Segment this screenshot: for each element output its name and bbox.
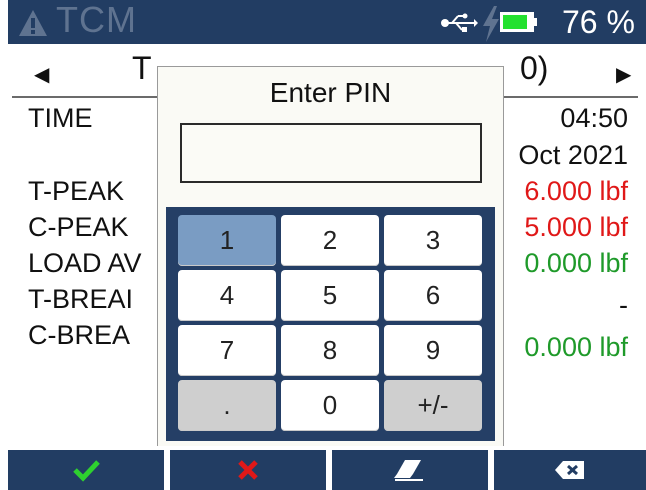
- warning-icon: [19, 10, 47, 36]
- key-7[interactable]: 7: [178, 325, 276, 376]
- numeric-keypad: 1 2 3 4 5 6 7 8 9 . 0 +/-: [166, 207, 495, 441]
- battery-percent: 76 %: [562, 4, 635, 40]
- clear-button[interactable]: [332, 450, 488, 490]
- eraser-icon: [394, 460, 423, 481]
- key-9[interactable]: 9: [384, 325, 482, 376]
- previous-page-arrow[interactable]: ◀: [34, 62, 49, 87]
- row-value-load-avg: 0.000 lbf: [524, 248, 628, 278]
- row-value-c-break: 0.000 lbf: [524, 332, 628, 362]
- key-3[interactable]: 3: [384, 215, 482, 266]
- row-label-t-break: T-BREAI: [28, 284, 134, 314]
- page-title-left-fragment: T: [132, 50, 152, 86]
- app-title: TCM: [56, 0, 137, 40]
- pin-input[interactable]: [180, 123, 482, 183]
- key-0[interactable]: 0: [281, 380, 379, 431]
- row-value-c-peak: 5.000 lbf: [524, 212, 628, 242]
- row-label-c-break: C-BREA: [28, 320, 131, 350]
- usb-icon: [441, 13, 478, 32]
- row-value-time: 04:50: [560, 103, 628, 133]
- row-label-load-avg: LOAD AV: [28, 248, 142, 278]
- key-6[interactable]: 6: [384, 270, 482, 321]
- key-1[interactable]: 1: [178, 215, 276, 266]
- row-label-time: TIME: [28, 103, 93, 133]
- confirm-check-icon: [73, 460, 100, 482]
- key-8[interactable]: 8: [281, 325, 379, 376]
- dialog-title: Enter PIN: [269, 77, 392, 108]
- key-2[interactable]: 2: [281, 215, 379, 266]
- pin-dialog: Enter PIN 1 2 3 4 5 6 7 8 9 . 0 +/-: [157, 66, 504, 446]
- key-decimal[interactable]: .: [178, 380, 276, 431]
- battery-icon: [500, 12, 534, 32]
- row-label-c-peak: C-PEAK: [28, 212, 129, 242]
- row-value-t-peak: 6.000 lbf: [524, 176, 628, 206]
- row-value-date: Oct 2021: [518, 140, 628, 170]
- row-value-t-break: -: [619, 290, 628, 320]
- cancel-button[interactable]: [170, 450, 326, 490]
- row-label-t-peak: T-PEAK: [28, 176, 125, 206]
- page-title-right-fragment: 0): [520, 50, 549, 86]
- key-4[interactable]: 4: [178, 270, 276, 321]
- key-5[interactable]: 5: [281, 270, 379, 321]
- battery-terminal: [534, 18, 537, 26]
- backspace-icon: [555, 461, 584, 479]
- next-page-arrow[interactable]: ▶: [616, 62, 631, 87]
- battery-level-fill: [503, 15, 527, 29]
- cancel-x-icon: [238, 460, 258, 480]
- backspace-button[interactable]: [494, 450, 646, 490]
- key-plus-minus[interactable]: +/-: [384, 380, 482, 431]
- charging-bolt-icon: [483, 6, 499, 42]
- confirm-button[interactable]: [8, 450, 164, 490]
